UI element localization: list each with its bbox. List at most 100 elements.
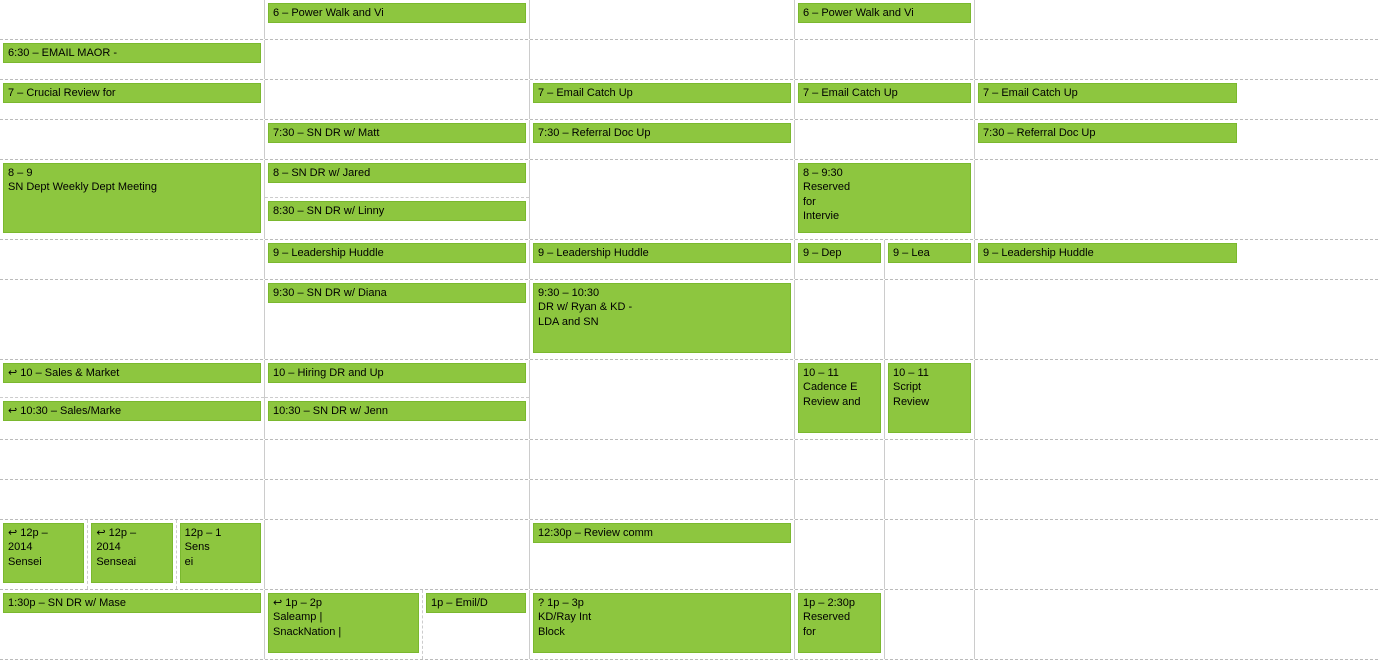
event-email-catchup-2[interactable]: 7 – Email Catch Up: [798, 83, 971, 103]
cell-r9-c2: [530, 480, 795, 519]
cell-r8-c0: [0, 440, 265, 479]
row-8: 8 – 9SN Dept Weekly Dept Meeting 8 – SN …: [0, 160, 1378, 240]
cell-r3-c5: 7:30 – Referral Doc Up: [975, 120, 1240, 159]
cell-r6-c2: 9:30 – 10:30DR w/ Ryan & KD -LDA and SN: [530, 280, 795, 359]
event-power-walk-1[interactable]: 6 – Power Walk and Vi: [268, 3, 526, 23]
event-leadership-huddle-3[interactable]: 9 – Leadership Huddle: [978, 243, 1237, 263]
cell-r0-c5: [975, 0, 1240, 39]
cell-r2-c0: 7 – Crucial Review for: [0, 80, 265, 119]
event-12p-sensei-3[interactable]: 12p – 1Sensei: [180, 523, 261, 583]
cell-r3-c1: 7:30 – SN DR w/ Matt: [265, 120, 530, 159]
event-sales-market-1[interactable]: ↩ 10 – Sales & Market: [3, 363, 261, 383]
cell-r8-c4: [885, 440, 975, 479]
event-cadence-review[interactable]: 10 – 11Cadence EReview and: [798, 363, 881, 433]
event-sn-dr-matt[interactable]: 7:30 – SN DR w/ Matt: [268, 123, 526, 143]
cell-r0-c1: 6 – Power Walk and Vi: [265, 0, 530, 39]
event-script-review[interactable]: 10 – 11ScriptReview: [888, 363, 971, 433]
event-sn-dr-diana[interactable]: 9:30 – SN DR w/ Diana: [268, 283, 526, 303]
row-12p: ↩ 12p –2014Sensei ↩ 12p –2014Senseai 12p…: [0, 520, 1378, 590]
event-email-catchup-1[interactable]: 7 – Email Catch Up: [533, 83, 791, 103]
subrow-sales-market-2: ↩ 10:30 – Sales/Marke: [0, 398, 264, 436]
event-dep-9[interactable]: 9 – Dep: [798, 243, 881, 263]
subrow-sn-dr-linny: 8:30 – SN DR w/ Linny: [265, 198, 529, 236]
cell-r3-c3-4: [795, 120, 975, 159]
cell-r4-c3-4: 8 – 9:30ReservedforIntervie: [795, 160, 975, 239]
event-sn-dr-linny[interactable]: 8:30 – SN DR w/ Linny: [268, 201, 526, 221]
cell-r4-c2: [530, 160, 795, 239]
cell-r5-c2: 9 – Leadership Huddle: [530, 240, 795, 279]
cell-r1-c0: 6:30 – EMAIL MAOR -: [0, 40, 265, 79]
event-leadership-huddle-2[interactable]: 9 – Leadership Huddle: [533, 243, 791, 263]
cell-r4-c5: [975, 160, 1240, 239]
event-saleamp-snacknation[interactable]: ↩ 1p – 2pSaleamp |SnackNation |: [268, 593, 419, 653]
event-crucial-review[interactable]: 7 – Crucial Review for: [3, 83, 261, 103]
subrow-hiring-dr: 10 – Hiring DR and Up: [265, 360, 529, 398]
event-email-catchup-3[interactable]: 7 – Email Catch Up: [978, 83, 1237, 103]
event-reserved-interview[interactable]: 8 – 9:30ReservedforIntervie: [798, 163, 971, 233]
cell-r7-c5: [975, 360, 1240, 439]
event-sn-dr-jared[interactable]: 8 – SN DR w/ Jared: [268, 163, 526, 183]
cell-r11-c4: [885, 590, 975, 659]
row-11: [0, 440, 1378, 480]
cell-r7-c4: 10 – 11ScriptReview: [885, 360, 975, 439]
event-dr-ryan-kd[interactable]: 9:30 – 10:30DR w/ Ryan & KD -LDA and SN: [533, 283, 791, 353]
event-power-walk-2[interactable]: 6 – Power Walk and Vi: [798, 3, 971, 23]
row-12-empty: [0, 480, 1378, 520]
row-9: 9 – Leadership Huddle 9 – Leadership Hud…: [0, 240, 1378, 280]
cell-r5-c0: [0, 240, 265, 279]
cell-r0-c2: [530, 0, 795, 39]
cell-r6-c4: [885, 280, 975, 359]
cell-r4-c1: 8 – SN DR w/ Jared 8:30 – SN DR w/ Linny: [265, 160, 530, 239]
event-kd-ray-int[interactable]: ? 1p – 3pKD/Ray IntBlock: [533, 593, 791, 653]
cell-r8-c1: [265, 440, 530, 479]
event-email-maor[interactable]: 6:30 – EMAIL MAOR -: [3, 43, 261, 63]
cell-r9-c0: [0, 480, 265, 519]
cell-r11-c1: ↩ 1p – 2pSaleamp |SnackNation | 1p – Emi…: [265, 590, 530, 659]
event-referral-doc-2[interactable]: 7:30 – Referral Doc Up: [978, 123, 1237, 143]
row-power-walk-top: 6 – Power Walk and Vi 6 – Power Walk and…: [0, 0, 1378, 40]
cell-r1-c5: [975, 40, 1240, 79]
cell-r10-c1: [265, 520, 530, 589]
cell-r6-c5: [975, 280, 1240, 359]
cell-r8-c5: [975, 440, 1240, 479]
cell-r7-c0: ↩ 10 – Sales & Market ↩ 10:30 – Sales/Ma…: [0, 360, 265, 439]
cell-r7-c3: 10 – 11Cadence EReview and: [795, 360, 885, 439]
event-sn-dept-meeting[interactable]: 8 – 9SN Dept Weekly Dept Meeting: [3, 163, 261, 233]
subrow-sales-market-1: ↩ 10 – Sales & Market: [0, 360, 264, 398]
cell-r10-c5: [975, 520, 1240, 589]
cell-r2-c3-4: 7 – Email Catch Up: [795, 80, 975, 119]
event-reserved-1p[interactable]: 1p – 2:30pReservedfor: [798, 593, 881, 653]
event-12p-sensei-1[interactable]: ↩ 12p –2014Sensei: [3, 523, 84, 583]
subrow-sn-dr-jared: 8 – SN DR w/ Jared: [265, 160, 529, 198]
cell-r1-c3: [795, 40, 975, 79]
cell-r10-c2: 12:30p – Review comm: [530, 520, 795, 589]
cell-r6-c0: [0, 280, 265, 359]
row-730: 7:30 – SN DR w/ Matt 7:30 – Referral Doc…: [0, 120, 1378, 160]
event-sales-market-2[interactable]: ↩ 10:30 – Sales/Marke: [3, 401, 261, 421]
event-review-comm[interactable]: 12:30p – Review comm: [533, 523, 791, 543]
row-630: 6:30 – EMAIL MAOR -: [0, 40, 1378, 80]
cell-r3-c0: [0, 120, 265, 159]
cell-r7-c1: 10 – Hiring DR and Up 10:30 – SN DR w/ J…: [265, 360, 530, 439]
event-leadership-huddle-1[interactable]: 9 – Leadership Huddle: [268, 243, 526, 263]
cell-r2-c2: 7 – Email Catch Up: [530, 80, 795, 119]
event-sn-dr-jenn[interactable]: 10:30 – SN DR w/ Jenn: [268, 401, 526, 421]
event-12p-sensei-2[interactable]: ↩ 12p –2014Senseai: [91, 523, 172, 583]
cell-r0-c0: [0, 0, 265, 39]
cell-r10-c0: ↩ 12p –2014Sensei ↩ 12p –2014Senseai 12p…: [0, 520, 265, 589]
calendar-grid: 6 – Power Walk and Vi 6 – Power Walk and…: [0, 0, 1378, 660]
cell-r5-c5: 9 – Leadership Huddle: [975, 240, 1240, 279]
cell-r9-c5: [975, 480, 1240, 519]
event-sn-dr-mase[interactable]: 1:30p – SN DR w/ Mase: [3, 593, 261, 613]
cell-r7-c2: [530, 360, 795, 439]
cell-r4-c0: 8 – 9SN Dept Weekly Dept Meeting: [0, 160, 265, 239]
cell-r8-c3: [795, 440, 885, 479]
cell-r9-c3: [795, 480, 885, 519]
event-lea-9[interactable]: 9 – Lea: [888, 243, 971, 263]
event-hiring-dr[interactable]: 10 – Hiring DR and Up: [268, 363, 526, 383]
cell-r10-c4: [885, 520, 975, 589]
subrow-sn-dr-jenn: 10:30 – SN DR w/ Jenn: [265, 398, 529, 436]
event-1p-emil[interactable]: 1p – Emil/D: [426, 593, 526, 613]
row-10: ↩ 10 – Sales & Market ↩ 10:30 – Sales/Ma…: [0, 360, 1378, 440]
event-referral-doc-1[interactable]: 7:30 – Referral Doc Up: [533, 123, 791, 143]
